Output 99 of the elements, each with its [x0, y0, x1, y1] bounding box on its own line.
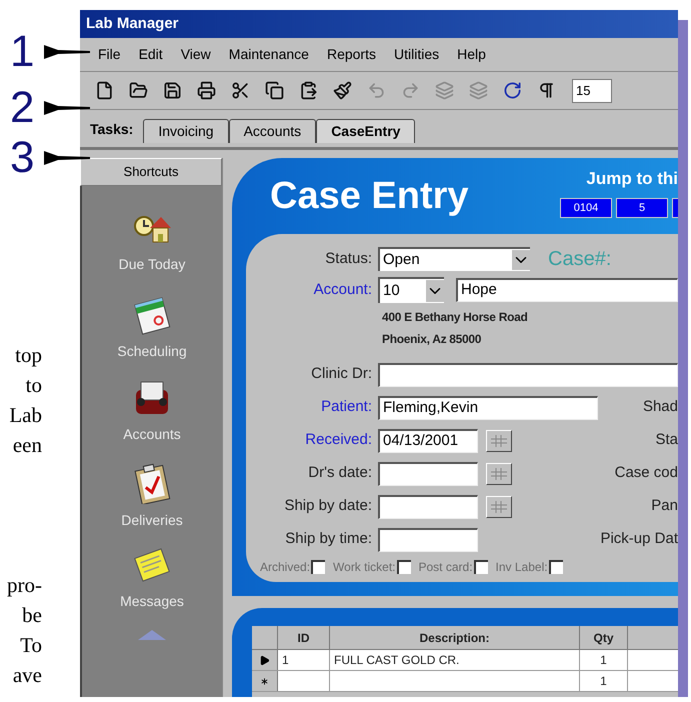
jump-field[interactable]: 0104	[560, 198, 612, 218]
field-label: Pan	[651, 496, 678, 516]
row-selector[interactable]	[252, 671, 278, 691]
paragraph-fragment: pro-	[7, 572, 42, 599]
text-field[interactable]: Fleming,Kevin	[378, 396, 598, 420]
jump-field[interactable]: 5	[616, 198, 668, 218]
tasks-label: Tasks:	[90, 120, 134, 139]
zoom-field[interactable]: 15	[572, 78, 612, 102]
field-label[interactable]: Account:	[246, 278, 378, 302]
paragraph-fragment: Lab	[9, 402, 42, 429]
undo-icon	[366, 81, 386, 100]
field-label[interactable]: Received:	[246, 429, 378, 452]
table-cell-text: 1	[282, 652, 289, 669]
column-header: Qty	[580, 626, 628, 649]
shortcut-label: Messages	[120, 592, 184, 611]
menu-item[interactable]: Utilities	[394, 44, 440, 65]
paragraph-fragment: top	[15, 342, 42, 369]
field-label: Pick-up Dat	[600, 529, 678, 550]
field-label: Ship by date:	[283, 496, 373, 516]
paragraph-fragment: to	[26, 372, 42, 399]
address-line: 400 E Bethany Horse Road	[382, 309, 529, 326]
callout-number: 1	[10, 30, 36, 74]
row-selector[interactable]	[252, 650, 278, 670]
grid-icon	[491, 434, 507, 446]
paragraph-fragment: een	[12, 432, 42, 459]
checkbox-label: Post card:	[418, 559, 473, 576]
field-label: Case cod	[614, 463, 678, 484]
brush-icon	[332, 81, 352, 100]
shortcut-label: Accounts	[123, 425, 181, 444]
calendar-button[interactable]	[486, 430, 512, 452]
field-label: Dr's date:	[307, 463, 373, 484]
address-line: Phoenix, Az 85000	[382, 331, 482, 348]
calendar-button[interactable]	[486, 496, 512, 518]
table-cell-text: FULL CAST GOLD CR.	[334, 652, 460, 669]
shortcut-label: Scheduling	[117, 342, 187, 362]
redo-icon	[400, 81, 420, 100]
column-header: Description:	[330, 626, 580, 649]
date-field[interactable]	[378, 462, 478, 486]
checkbox-label: Inv Label:	[496, 559, 548, 576]
date-field[interactable]	[378, 494, 478, 518]
checkbox-label: Work ticket:	[333, 559, 396, 576]
paragraph-fragment: ave	[12, 662, 42, 689]
dropdown-icon	[512, 250, 530, 270]
menu-item[interactable]: Help	[457, 44, 486, 65]
print-icon	[196, 81, 216, 100]
field-label: Shad	[642, 397, 678, 418]
account-dropdown[interactable]: 10	[378, 277, 444, 303]
dropdown-icon	[426, 280, 444, 302]
menu-item[interactable]: Maintenance	[228, 44, 309, 65]
menu-item[interactable]: File	[98, 44, 121, 65]
grid-icon	[491, 500, 507, 512]
open-icon	[128, 81, 148, 100]
grid-icon	[491, 468, 507, 480]
calendar-button[interactable]	[486, 462, 512, 484]
paragraph-fragment: To	[20, 632, 42, 659]
callout-number: 2	[10, 86, 36, 130]
shortcut-label: Due Today	[118, 255, 186, 274]
table-cell-text: 1	[600, 652, 607, 669]
case-number-label: Case#:	[548, 247, 612, 272]
menu-item[interactable]: View	[180, 44, 211, 65]
paste-icon	[298, 81, 318, 100]
cut-icon	[230, 81, 250, 100]
menu-item[interactable]: Reports	[326, 44, 376, 65]
paragraph-fragment: be	[22, 602, 42, 629]
text-field[interactable]	[378, 362, 678, 386]
menu-item[interactable]: Edit	[138, 44, 163, 65]
new-row-icon	[259, 676, 270, 686]
jump-label: Jump to thi	[586, 168, 678, 190]
field-label: Sta	[655, 430, 678, 450]
text-field[interactable]	[378, 528, 478, 552]
pointer-arrow-icon	[44, 44, 90, 60]
layers-icon	[434, 81, 454, 100]
table-cell-text: 1	[600, 673, 607, 690]
task-tab[interactable]: Invoicing	[143, 119, 229, 143]
task-tab[interactable]: Accounts	[228, 119, 316, 143]
column-header: ID	[278, 626, 330, 649]
date-field[interactable]: 04/13/2001	[378, 428, 478, 452]
shortcuts-header: Shortcuts	[80, 158, 222, 186]
new-icon	[94, 81, 114, 100]
field-label[interactable]: Patient:	[246, 396, 378, 419]
pointer-arrow-icon	[44, 100, 90, 116]
field-label: Clinic Dr:	[310, 364, 373, 384]
current-row-icon	[259, 654, 270, 666]
case-entry-title: Case Entry	[270, 174, 469, 218]
pointer-arrow-icon	[44, 150, 90, 166]
layers-icon	[468, 81, 488, 100]
field-label: Status:	[324, 248, 373, 269]
copy-icon	[264, 81, 284, 100]
jump-field[interactable]	[672, 198, 678, 218]
callout-number: 3	[10, 136, 36, 180]
shortcut-label: Deliveries	[121, 510, 183, 530]
refresh-icon	[502, 81, 522, 100]
window-title: Lab Manager	[86, 14, 179, 34]
field-label: Ship by time:	[284, 529, 373, 550]
task-tab[interactable]: CaseEntry	[316, 119, 416, 143]
save-icon	[162, 81, 182, 100]
checkbox-label: Archived:	[260, 559, 310, 576]
status-dropdown[interactable]: Open	[378, 247, 530, 271]
account-name-field[interactable]: Hope	[456, 278, 678, 302]
